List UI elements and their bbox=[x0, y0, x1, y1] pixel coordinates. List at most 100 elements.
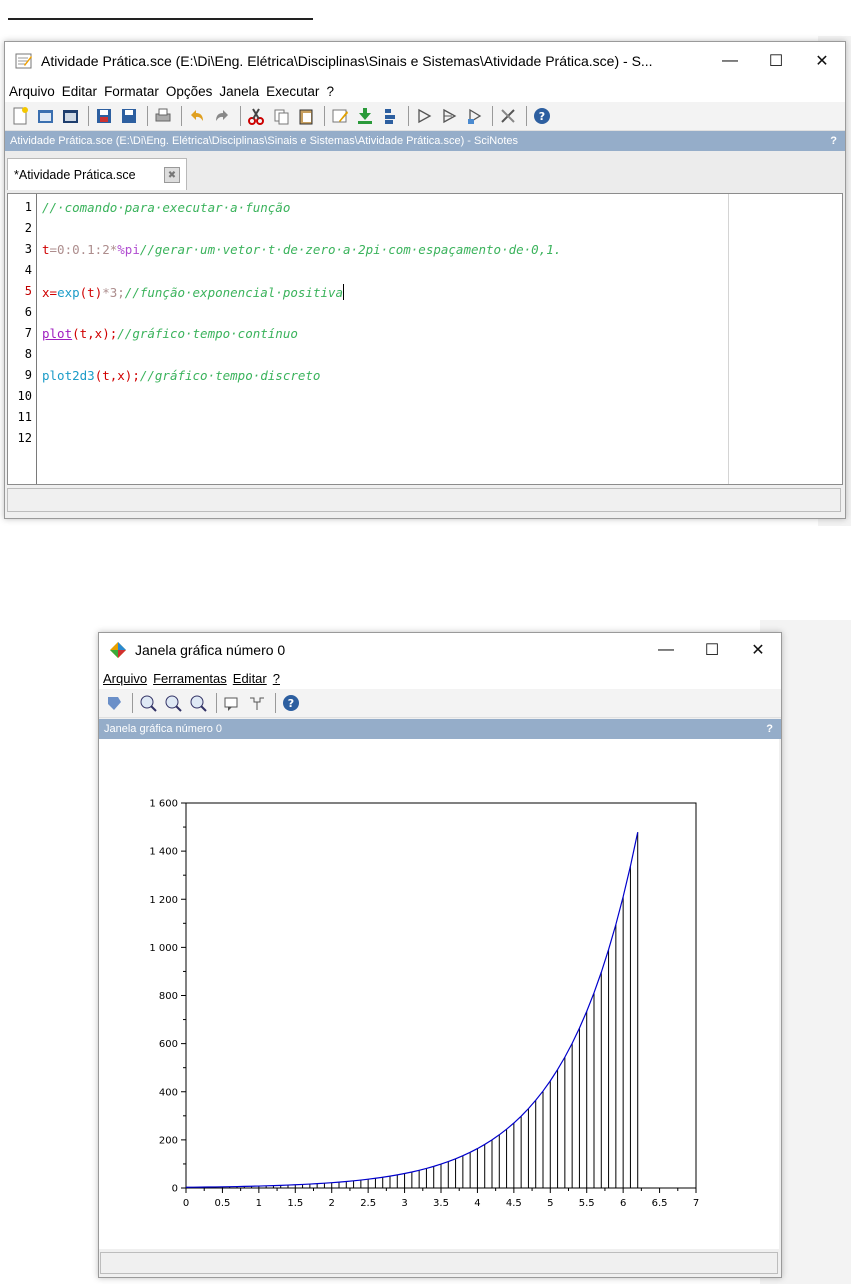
x-tick-label: 0.5 bbox=[214, 1198, 230, 1209]
tab-close-icon[interactable]: ✖ bbox=[164, 167, 180, 183]
tab-label: *Atividade Prática.sce bbox=[14, 167, 136, 182]
x-tick-label: 5 bbox=[547, 1198, 553, 1209]
toolbar-separator bbox=[181, 106, 182, 126]
line-number: 6 bbox=[24, 305, 32, 319]
toolbar-separator bbox=[526, 106, 527, 126]
maximize-icon[interactable]: ☐ bbox=[753, 42, 799, 80]
copy-icon[interactable] bbox=[270, 105, 292, 127]
line-number-gutter: 1 2 3 4 5 6 7 8 9 10 11 12 bbox=[8, 194, 37, 484]
toolbar-separator bbox=[408, 106, 409, 126]
redo-icon[interactable] bbox=[211, 105, 233, 127]
undo-icon[interactable] bbox=[186, 105, 208, 127]
menu-executar[interactable]: Executar bbox=[266, 84, 319, 99]
svg-text:?: ? bbox=[288, 697, 294, 710]
graphic-window-title: Janela gráfica número 0 bbox=[135, 642, 286, 658]
save-icon[interactable] bbox=[93, 105, 115, 127]
graphic-window: Janela gráfica número 0 — ☐ ✕ Arquivo Fe… bbox=[98, 632, 782, 1278]
x-tick-label: 4.5 bbox=[506, 1198, 522, 1209]
new-file-icon[interactable] bbox=[9, 105, 31, 127]
toolbar-separator bbox=[216, 693, 217, 713]
code-operator: = bbox=[49, 285, 58, 300]
scinotes-status-bar bbox=[7, 488, 841, 512]
info-help-mark[interactable]: ? bbox=[830, 135, 837, 147]
save-as-icon[interactable] bbox=[118, 105, 140, 127]
code-arguments: (t) bbox=[79, 285, 103, 300]
y-tick-label: 600 bbox=[159, 1039, 178, 1050]
exponential-chart: 0 0.5 1 1.5 2 2.5 3 3.5 4 4.5 5 5.5 6 6.5 7 0 200 400 600 8… bbox=[149, 799, 699, 1210]
tab-atividade-pratica[interactable]: *Atividade Prática.sce ✖ bbox=[7, 158, 187, 190]
line-number: 11 bbox=[17, 410, 32, 424]
code-arguments: (t,x); bbox=[72, 326, 118, 341]
preferences-icon[interactable] bbox=[497, 105, 519, 127]
load-into-scilab-icon[interactable] bbox=[354, 105, 376, 127]
code-comment: //gráfico·tempo·discreto bbox=[139, 368, 321, 383]
y-tick-label: 0 bbox=[172, 1184, 178, 1195]
print-icon[interactable] bbox=[152, 105, 174, 127]
menu-janela[interactable]: Janela bbox=[219, 84, 259, 99]
paste-icon[interactable] bbox=[295, 105, 317, 127]
code-expression: =0:0.1:2* bbox=[49, 242, 118, 257]
info-help-mark[interactable]: ? bbox=[766, 723, 773, 735]
help-icon[interactable]: ? bbox=[280, 692, 302, 714]
line-number: 12 bbox=[17, 431, 32, 445]
toolbar-separator bbox=[240, 106, 241, 126]
edit-curve-icon[interactable] bbox=[246, 692, 268, 714]
zoom-out-icon[interactable] bbox=[162, 692, 184, 714]
format-icon[interactable] bbox=[329, 105, 351, 127]
open-file-dark-icon[interactable] bbox=[59, 105, 81, 127]
y-tick-label: 200 bbox=[159, 1135, 178, 1146]
toolbar-separator bbox=[324, 106, 325, 126]
continuous-curve bbox=[185, 832, 639, 1188]
maximize-icon[interactable]: ☐ bbox=[689, 633, 735, 667]
plot-area[interactable]: 0 0.5 1 1.5 2 2.5 3 3.5 4 4.5 5 5.5 6 6.5 7 0 200 400 600 8… bbox=[99, 739, 779, 1249]
edge-margin-line bbox=[728, 194, 729, 484]
y-tick-label: 400 bbox=[159, 1087, 178, 1098]
menu-formatar[interactable]: Formatar bbox=[104, 84, 159, 99]
menu-ferramentas[interactable]: Ferramentas bbox=[153, 671, 227, 686]
cut-icon[interactable] bbox=[245, 105, 267, 127]
code-arguments: (t,x); bbox=[94, 368, 140, 383]
graphic-toolbar: ? bbox=[99, 689, 781, 718]
open-file-icon[interactable] bbox=[34, 105, 56, 127]
help-icon[interactable]: ? bbox=[531, 105, 553, 127]
code-function: plot2d3 bbox=[42, 368, 95, 383]
x-tick-label: 1.5 bbox=[287, 1198, 303, 1209]
menu-arquivo[interactable]: Arquivo bbox=[9, 84, 55, 99]
close-icon[interactable]: ✕ bbox=[735, 633, 781, 667]
scilab-graphic-icon bbox=[110, 642, 126, 658]
minimize-icon[interactable]: — bbox=[643, 633, 689, 667]
line-number: 7 bbox=[24, 326, 32, 340]
code-function: exp bbox=[57, 285, 80, 300]
menu-arquivo[interactable]: Arquivo bbox=[103, 671, 147, 686]
datatip-icon[interactable] bbox=[221, 692, 243, 714]
x-tick-label: 3 bbox=[401, 1198, 407, 1209]
menu-editar[interactable]: Editar bbox=[62, 84, 97, 99]
x-tick-label: 7 bbox=[693, 1198, 699, 1209]
execute-file-icon[interactable] bbox=[379, 105, 401, 127]
code-comment: //gerar·um·vetor·t·de·zero·a·2pi·com·esp… bbox=[139, 242, 562, 257]
menu-editar[interactable]: Editar bbox=[233, 671, 267, 686]
minimize-icon[interactable]: — bbox=[707, 42, 753, 80]
run-with-echo-icon[interactable] bbox=[438, 105, 460, 127]
graphic-info-bar: Janela gráfica número 0 ? bbox=[99, 719, 781, 739]
editor-tab-row: *Atividade Prática.sce ✖ bbox=[5, 151, 845, 193]
info-bar-text: Atividade Prática.sce (E:\Di\Eng. Elétri… bbox=[10, 135, 519, 147]
close-icon[interactable]: ✕ bbox=[799, 42, 845, 80]
menu-help[interactable]: ? bbox=[326, 84, 334, 99]
menu-help[interactable]: ? bbox=[273, 671, 280, 686]
run-icon[interactable] bbox=[413, 105, 435, 127]
code-constant: %pi bbox=[117, 242, 140, 257]
zoom-in-icon[interactable] bbox=[137, 692, 159, 714]
code-function-link[interactable]: plot bbox=[42, 326, 72, 341]
run-selection-icon[interactable] bbox=[463, 105, 485, 127]
code-line-7: plot(t,x);//gráfico·tempo·contínuo bbox=[42, 326, 298, 341]
y-tick-label: 1 200 bbox=[149, 895, 178, 906]
menu-opcoes[interactable]: Opções bbox=[166, 84, 213, 99]
y-tick-label: 1 000 bbox=[149, 943, 178, 954]
zoom-reset-icon[interactable] bbox=[187, 692, 209, 714]
scinotes-info-bar: Atividade Prática.sce (E:\Di\Eng. Elétri… bbox=[5, 131, 845, 151]
code-line-9: plot2d3(t,x);//gráfico·tempo·discreto bbox=[42, 368, 320, 383]
code-comment: //função·exponencial·positiva bbox=[124, 285, 344, 300]
code-editor[interactable]: 1 2 3 4 5 6 7 8 9 10 11 12 //·comando·pa… bbox=[7, 193, 843, 485]
rotate-icon[interactable] bbox=[103, 692, 125, 714]
